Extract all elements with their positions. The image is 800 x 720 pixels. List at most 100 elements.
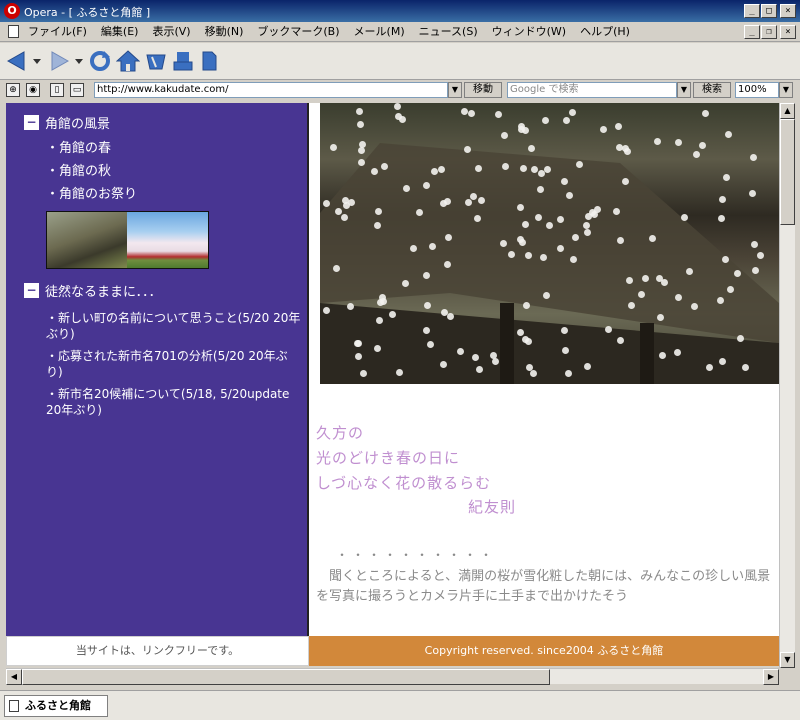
blossom-dot bbox=[572, 234, 579, 241]
blossom-dot bbox=[727, 286, 734, 293]
thumbnail-images[interactable] bbox=[46, 211, 209, 269]
menu-window[interactable]: ウィンドウ(W) bbox=[492, 24, 566, 40]
url-dropdown-icon[interactable]: ▼ bbox=[448, 82, 462, 98]
mdi-minimize-icon[interactable]: _ bbox=[744, 25, 760, 39]
back-icon[interactable] bbox=[6, 49, 28, 73]
separator-dots: ・・・・・・・・・・ bbox=[336, 548, 497, 562]
vertical-scroll-thumb[interactable] bbox=[780, 119, 795, 225]
search-button[interactable]: 検索 bbox=[693, 82, 731, 98]
blossom-dot bbox=[374, 222, 381, 229]
document-icon[interactable]: ▯ bbox=[50, 83, 64, 97]
sidebar-link-spring[interactable]: ・角館の春 bbox=[46, 140, 111, 158]
scroll-left-icon[interactable]: ◀ bbox=[6, 669, 22, 685]
vertical-scrollbar[interactable]: ▲ ▼ bbox=[779, 103, 795, 668]
menu-help[interactable]: ヘルプ(H) bbox=[580, 24, 630, 40]
back-history-icon[interactable] bbox=[32, 49, 42, 73]
home-icon[interactable] bbox=[116, 49, 140, 73]
collapse-icon[interactable]: − bbox=[24, 283, 39, 298]
blossom-dot bbox=[628, 302, 635, 309]
blossom-dot bbox=[594, 206, 601, 213]
sidebar-link-essay-1[interactable]: ・新しい町の名前について思うこと(5/20 20年ぶり) bbox=[46, 310, 301, 342]
menu-news[interactable]: ニュース(S) bbox=[419, 24, 478, 40]
page-tab[interactable]: ふるさと角館 bbox=[4, 695, 108, 717]
blossom-dot bbox=[538, 170, 545, 177]
horizontal-scroll-thumb[interactable] bbox=[22, 669, 550, 685]
section-heading-scenery[interactable]: − 角館の風景 bbox=[24, 113, 110, 132]
horizontal-scrollbar[interactable]: ◀ ▶ bbox=[6, 668, 779, 685]
collapse-icon[interactable]: − bbox=[24, 115, 39, 130]
blossom-dot bbox=[675, 294, 682, 301]
close-icon[interactable]: × bbox=[780, 4, 796, 18]
menu-bookmarks[interactable]: ブックマーク(B) bbox=[257, 24, 339, 40]
go-button[interactable]: 移動 bbox=[464, 82, 502, 98]
maximize-icon[interactable]: □ bbox=[761, 4, 777, 18]
blossom-dot bbox=[750, 154, 757, 161]
blossom-dot bbox=[542, 117, 549, 124]
scroll-down-icon[interactable]: ▼ bbox=[780, 652, 795, 668]
blossom-dot bbox=[734, 270, 741, 277]
wand-icon[interactable] bbox=[144, 49, 168, 73]
blossom-dot bbox=[468, 110, 475, 117]
blossom-dot bbox=[584, 229, 591, 236]
blossom-dot bbox=[717, 297, 724, 304]
forward-history-icon[interactable] bbox=[74, 49, 84, 73]
minimize-icon[interactable]: _ bbox=[744, 4, 760, 18]
section-heading-essays[interactable]: − 徒然なるままに．．． bbox=[24, 281, 162, 300]
blossom-dot bbox=[410, 245, 417, 252]
security-icon[interactable]: ⊕ bbox=[6, 83, 20, 97]
blossom-dot bbox=[358, 147, 365, 154]
menu-navigate[interactable]: 移動(N) bbox=[205, 24, 244, 40]
blossom-dot bbox=[508, 251, 515, 258]
blossom-dot bbox=[757, 252, 764, 259]
printer-icon[interactable]: ▭ bbox=[70, 83, 84, 97]
section-title: 角館の風景 bbox=[45, 117, 111, 132]
blossom-dot bbox=[565, 370, 572, 377]
mdi-close-icon[interactable]: × bbox=[780, 25, 796, 39]
search-dropdown-icon[interactable]: ▼ bbox=[677, 82, 691, 98]
blossom-dot bbox=[371, 168, 378, 175]
print-icon[interactable] bbox=[172, 49, 194, 73]
menu-view[interactable]: 表示(V) bbox=[152, 24, 190, 40]
blossom-dot bbox=[535, 214, 542, 221]
blossom-dot bbox=[557, 245, 564, 252]
window-title: Opera - [ ふるさと角館 ] bbox=[24, 6, 151, 19]
blossom-dot bbox=[752, 267, 759, 274]
camera-icon[interactable]: ◉ bbox=[26, 83, 40, 97]
forward-icon[interactable] bbox=[48, 49, 70, 73]
menu-edit[interactable]: 編集(E) bbox=[101, 24, 139, 40]
zoom-dropdown-icon[interactable]: ▼ bbox=[779, 82, 793, 98]
new-page-icon[interactable] bbox=[200, 49, 218, 73]
title-bar: O Opera - [ ふるさと角館 ] _ □ × bbox=[0, 0, 800, 22]
sidebar-link-autumn[interactable]: ・角館の秋 bbox=[46, 163, 111, 181]
menu-file[interactable]: ファイル(F) bbox=[28, 24, 87, 40]
blossom-dot bbox=[360, 370, 367, 377]
blossom-dot bbox=[616, 144, 623, 151]
blossom-dot bbox=[719, 358, 726, 365]
thumbnail-cherry-blossoms[interactable] bbox=[127, 212, 208, 268]
blossom-dot bbox=[335, 208, 342, 215]
blossom-dot bbox=[355, 353, 362, 360]
sidebar-link-essay-2[interactable]: ・応募された新市名701の分析(5/20 20年ぶり) bbox=[46, 348, 301, 380]
blossom-dot bbox=[561, 327, 568, 334]
thumbnail-shrine[interactable] bbox=[47, 212, 127, 268]
blossom-dot bbox=[492, 358, 499, 365]
blossom-dot bbox=[475, 165, 482, 172]
reload-icon[interactable] bbox=[88, 49, 112, 73]
scroll-up-icon[interactable]: ▲ bbox=[780, 103, 795, 119]
scroll-right-icon[interactable]: ▶ bbox=[763, 669, 779, 685]
blossom-dot bbox=[675, 139, 682, 146]
menu-mail[interactable]: メール(M) bbox=[354, 24, 405, 40]
blossom-dot bbox=[389, 311, 396, 318]
sidebar-link-essay-3[interactable]: ・新市名20候補について(5/18, 5/20update 20年ぶり) bbox=[46, 386, 301, 418]
url-input[interactable]: http://www.kakudate.com/ bbox=[94, 82, 448, 98]
mdi-restore-icon[interactable]: ❐ bbox=[761, 25, 777, 39]
blossom-dot bbox=[537, 186, 544, 193]
zoom-field[interactable]: 100% bbox=[735, 82, 779, 98]
blossom-dot bbox=[438, 166, 445, 173]
search-input[interactable]: Google で検索 bbox=[507, 82, 677, 98]
sidebar-link-festival[interactable]: ・角館のお祭り bbox=[46, 186, 137, 204]
blossom-dot bbox=[681, 214, 688, 221]
blossom-dot bbox=[342, 197, 349, 204]
blossom-dot bbox=[626, 277, 633, 284]
blossom-dot bbox=[495, 111, 502, 118]
